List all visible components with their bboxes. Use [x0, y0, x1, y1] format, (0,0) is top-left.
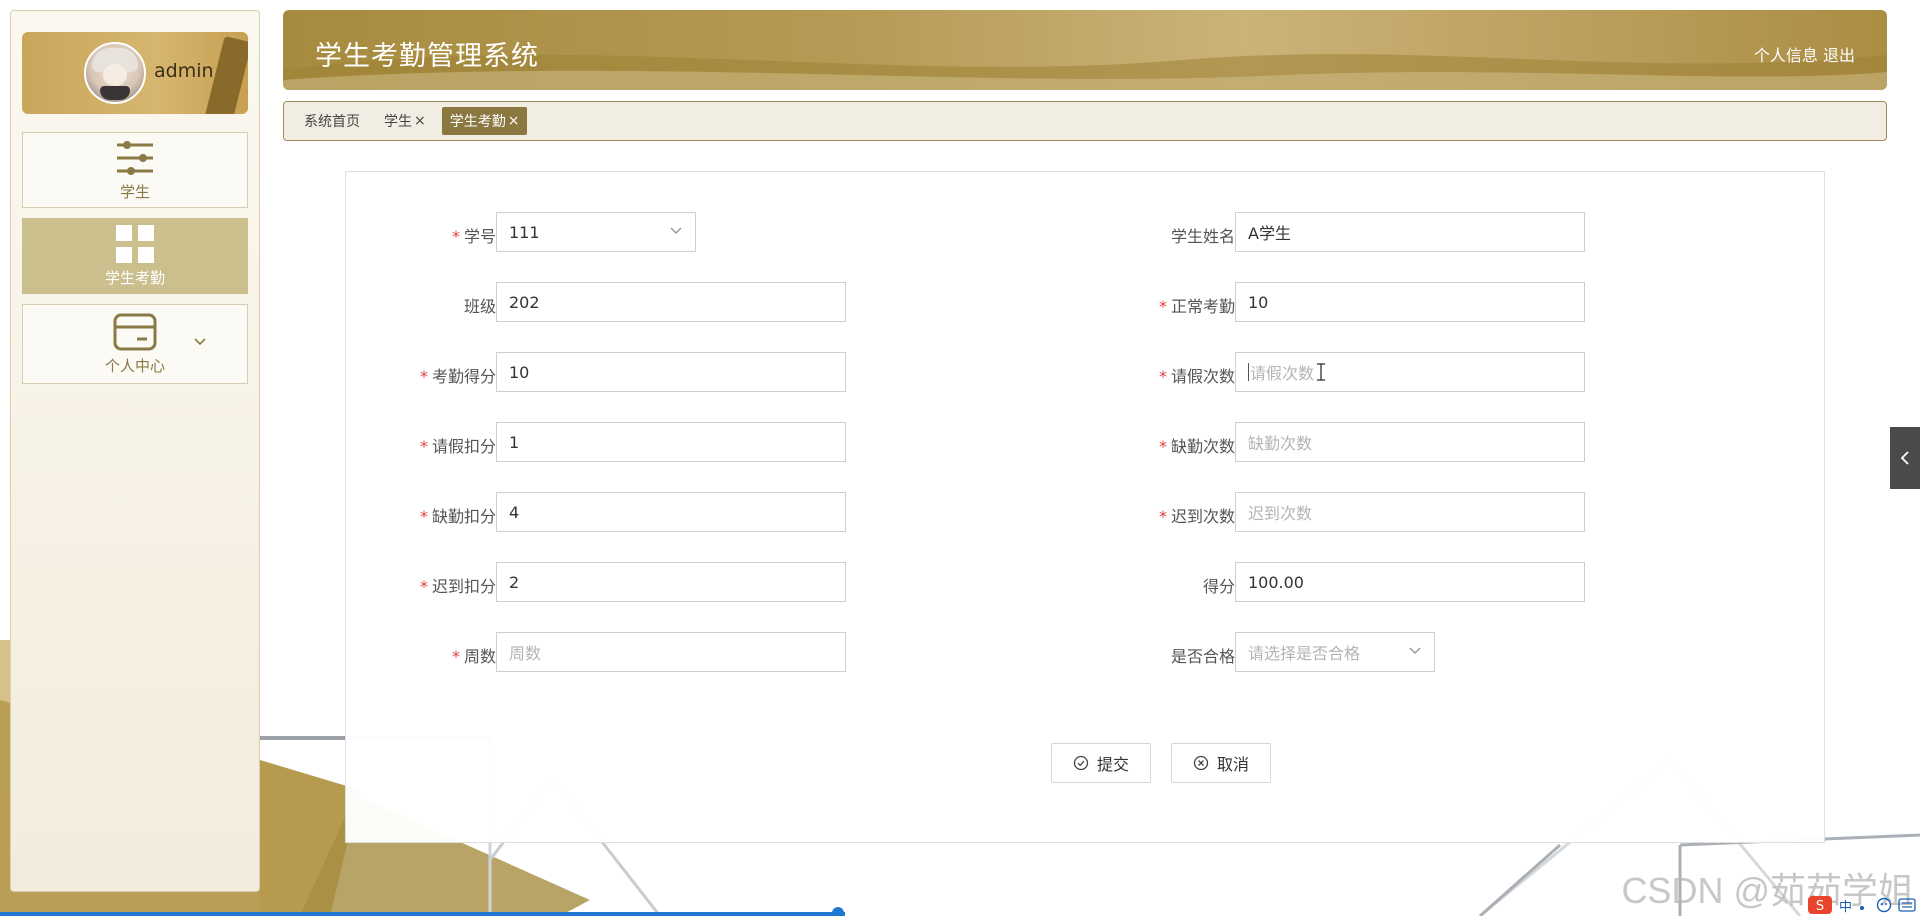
- system-tray: S 中: [1807, 894, 1916, 916]
- leave-count-field[interactable]: 请假次数: [1235, 352, 1585, 392]
- chevron-down-icon: [1409, 647, 1421, 655]
- late-count-field[interactable]: 迟到次数: [1235, 492, 1585, 532]
- week-label: * 周数: [451, 647, 496, 666]
- close-icon[interactable]: ×: [508, 113, 520, 129]
- attendance-score-field[interactable]: 10: [496, 352, 846, 392]
- ibeam-cursor-icon: [1317, 363, 1325, 381]
- attendance-score-label: * 考勤得分: [419, 367, 496, 386]
- score-label: 得分: [1202, 577, 1235, 596]
- student-no-select[interactable]: 111: [496, 212, 696, 252]
- cancel-button[interactable]: 取消: [1171, 743, 1271, 783]
- absence-count-label: * 缺勤次数: [1158, 437, 1235, 456]
- chevron-left-icon: [1900, 451, 1909, 465]
- emoji-icon[interactable]: [1876, 897, 1892, 913]
- user-name: admin: [154, 60, 214, 82]
- absence-deduction-field[interactable]: 4: [496, 492, 846, 532]
- sidebar-item-personal-center[interactable]: 个人中心: [22, 304, 248, 384]
- chevron-down-icon: [670, 227, 682, 235]
- avatar[interactable]: [84, 42, 146, 104]
- logout-link[interactable]: 退出: [1823, 46, 1855, 65]
- app-header: 学生考勤管理系统 个人信息 退出: [283, 10, 1887, 90]
- text-cursor: [1248, 363, 1249, 381]
- progress-dot: [832, 907, 844, 916]
- chevron-down-icon: [194, 338, 206, 346]
- app-title: 学生考勤管理系统: [315, 41, 539, 72]
- close-circle-icon: [1193, 755, 1209, 771]
- close-icon[interactable]: ×: [414, 113, 426, 129]
- late-deduction-label: * 迟到扣分: [419, 577, 496, 596]
- sidebar-item-label: 学生: [119, 182, 150, 201]
- sidebar: admin 学生 学生考勤 个人中心: [10, 10, 260, 892]
- card-icon: [113, 313, 157, 350]
- side-panel-toggle[interactable]: [1890, 427, 1920, 489]
- student-no-label: * 学号: [451, 227, 496, 246]
- student-name-label: 学生姓名: [1170, 227, 1235, 246]
- sidebar-item-students[interactable]: 学生: [22, 132, 248, 208]
- qualified-label: 是否合格: [1170, 647, 1235, 666]
- student-name-field[interactable]: A学生: [1235, 212, 1585, 252]
- punctuation-icon[interactable]: [1858, 897, 1870, 913]
- sidebar-item-attendance[interactable]: 学生考勤: [22, 218, 248, 294]
- class-field[interactable]: 202: [496, 282, 846, 322]
- progress-line: [0, 912, 845, 916]
- svg-text:S: S: [1816, 899, 1824, 914]
- late-deduction-field[interactable]: 2: [496, 562, 846, 602]
- check-circle-icon: [1073, 755, 1089, 771]
- normal-attendance-field[interactable]: 10: [1235, 282, 1585, 322]
- score-field[interactable]: 100.00: [1235, 562, 1585, 602]
- leave-deduction-field[interactable]: 1: [496, 422, 846, 462]
- user-card: admin: [22, 32, 248, 114]
- week-field[interactable]: 周数: [496, 632, 846, 672]
- tab-home[interactable]: 系统首页: [296, 107, 368, 135]
- sidebar-item-label: 个人中心: [104, 356, 165, 375]
- tab-attendance[interactable]: 学生考勤 ×: [441, 107, 528, 135]
- ime-logo-icon[interactable]: S: [1807, 895, 1833, 915]
- leave-deduction-label: * 请假扣分: [419, 437, 496, 456]
- submit-button[interactable]: 提交: [1051, 743, 1151, 783]
- normal-attendance-label: * 正常考勤: [1158, 297, 1235, 316]
- attendance-form: * 学号 111 学生姓名 A学生 班级 202 * 正常考勤 10 * 考勤得分 1…: [345, 171, 1825, 843]
- tab-label: 学生考勤: [449, 114, 506, 130]
- tabs-bar: 系统首页 学生 × 学生考勤 ×: [283, 101, 1887, 141]
- tab-label: 系统首页: [304, 114, 360, 130]
- tab-label: 学生: [384, 114, 412, 130]
- ime-language[interactable]: 中: [1839, 896, 1852, 915]
- leave-count-label: * 请假次数: [1158, 367, 1235, 386]
- grid-icon: [116, 224, 154, 263]
- header-links: 个人信息 退出: [1754, 42, 1855, 66]
- keyboard-icon[interactable]: [1898, 898, 1916, 912]
- class-label: 班级: [463, 297, 496, 316]
- profile-link[interactable]: 个人信息: [1754, 46, 1818, 65]
- tab-students[interactable]: 学生 ×: [376, 107, 434, 135]
- sidebar-item-label: 学生考勤: [104, 268, 165, 287]
- sliders-icon: [117, 140, 153, 175]
- absence-deduction-label: * 缺勤扣分: [419, 507, 496, 526]
- absence-count-field[interactable]: 缺勤次数: [1235, 422, 1585, 462]
- qualified-select[interactable]: 请选择是否合格: [1235, 632, 1435, 672]
- late-count-label: * 迟到次数: [1158, 507, 1235, 526]
